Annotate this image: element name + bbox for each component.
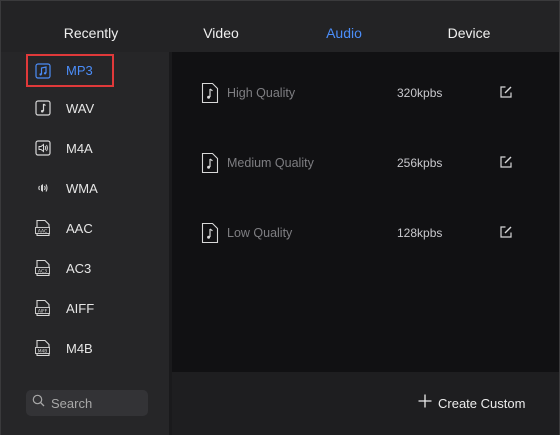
format-item-wma[interactable]: WMA — [26, 173, 112, 203]
aiff-file-icon: AIFF — [34, 299, 52, 317]
format-label: MP3 — [66, 63, 93, 78]
svg-text:AC3: AC3 — [38, 268, 47, 274]
format-item-mp3[interactable]: MP3 — [26, 54, 114, 87]
search-input[interactable]: Search — [26, 390, 148, 416]
plus-icon — [418, 394, 432, 413]
edit-icon[interactable] — [499, 85, 513, 104]
format-tabs: Recently Video Audio Device — [1, 1, 559, 52]
audio-file-icon — [201, 222, 219, 249]
format-label: AC3 — [66, 260, 92, 276]
tab-video[interactable]: Video — [171, 1, 271, 52]
preset-bitrate: 256kpbs — [397, 156, 443, 170]
format-sidebar: MP3 WAV M4A WMA AAC AAC AC3 AC3 AIFF AIF… — [1, 52, 169, 435]
audio-file-icon — [201, 152, 219, 179]
svg-text:M4B: M4B — [38, 348, 48, 354]
format-label: WAV — [66, 100, 95, 116]
format-label: M4B — [66, 340, 93, 356]
format-label: M4A — [66, 140, 93, 156]
preset-bitrate: 320kpbs — [397, 86, 443, 100]
svg-text:AIFF: AIFF — [38, 308, 48, 314]
speaker-icon — [34, 139, 52, 157]
preset-name: Medium Quality — [227, 156, 314, 170]
edit-icon[interactable] — [499, 155, 513, 174]
search-icon — [32, 394, 45, 412]
format-item-m4a[interactable]: M4A — [26, 133, 112, 163]
music-note-icon — [34, 62, 52, 80]
preset-list: High Quality 320kpbs Medium Quality 256k… — [169, 52, 559, 372]
format-label: WMA — [66, 180, 98, 196]
m4b-file-icon: M4B — [34, 339, 52, 357]
tab-device[interactable]: Device — [419, 1, 519, 52]
aac-file-icon: AAC — [34, 219, 52, 237]
format-item-ac3[interactable]: AC3 AC3 — [26, 253, 112, 283]
format-label: AIFF — [66, 300, 95, 316]
preset-row-high[interactable]: High Quality 320kpbs — [169, 72, 559, 112]
edit-icon[interactable] — [499, 225, 513, 244]
format-label: AAC — [66, 220, 93, 236]
svg-text:AAC: AAC — [38, 228, 48, 234]
preset-row-medium[interactable]: Medium Quality 256kpbs — [169, 142, 559, 182]
create-custom-button[interactable]: Create Custom — [418, 392, 525, 414]
preset-name: High Quality — [227, 86, 296, 100]
search-placeholder: Search — [51, 395, 93, 411]
preset-name: Low Quality — [227, 226, 293, 240]
music-note-icon — [34, 99, 52, 117]
tab-recently[interactable]: Recently — [31, 1, 151, 52]
format-item-aiff[interactable]: AIFF AIFF — [26, 293, 112, 323]
format-item-aac[interactable]: AAC AAC — [26, 213, 112, 243]
format-dialog: Recently Video Audio Device MP3 WAV M4A — [0, 0, 560, 435]
audio-file-icon — [201, 82, 219, 109]
preset-row-low[interactable]: Low Quality 128kpbs — [169, 212, 559, 252]
preset-bitrate: 128kpbs — [397, 226, 443, 240]
format-item-wav[interactable]: WAV — [26, 93, 112, 123]
tab-audio[interactable]: Audio — [294, 1, 394, 52]
format-item-m4b[interactable]: M4B M4B — [26, 333, 112, 363]
preset-footer: Create Custom — [172, 372, 559, 435]
speaker-wave-icon — [34, 179, 52, 197]
create-custom-label: Create Custom — [438, 395, 526, 411]
ac3-file-icon: AC3 — [34, 259, 52, 277]
